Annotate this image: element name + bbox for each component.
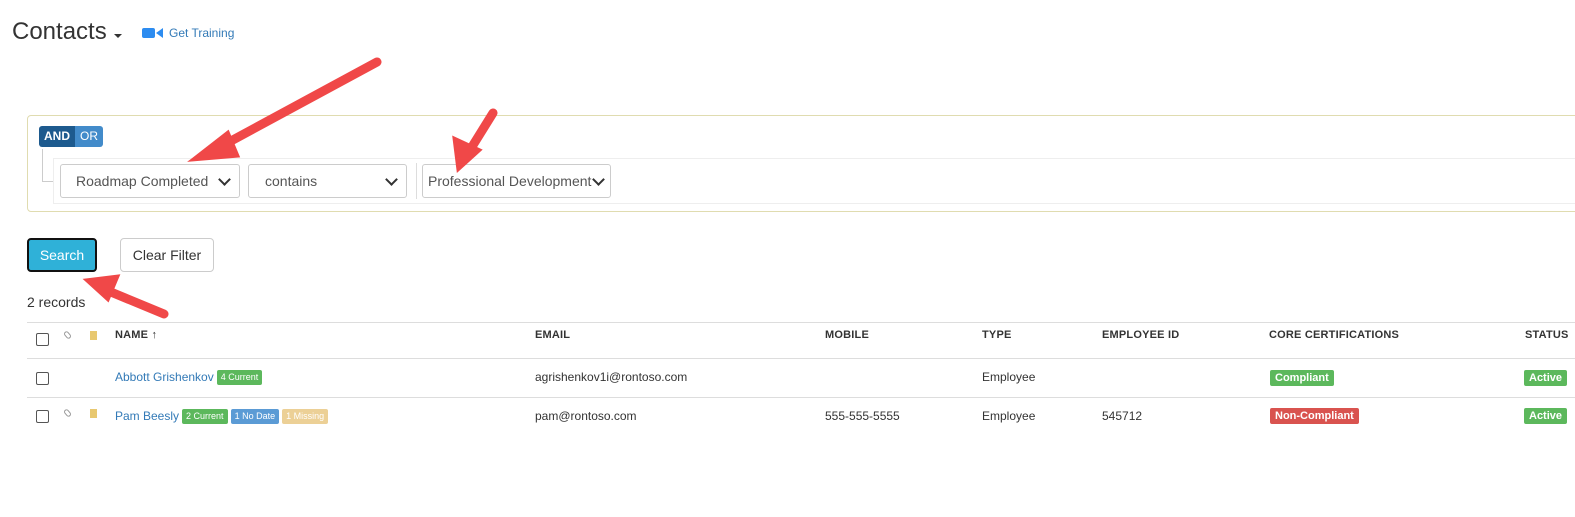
annotation-arrows — [82, 57, 498, 319]
rule-connector — [42, 149, 53, 182]
core-cert-badge: Non-Compliant — [1270, 408, 1359, 424]
no-date-badge: 1 No Date — [230, 409, 280, 425]
video-camera-icon — [142, 28, 163, 38]
type-cell: Employee — [982, 409, 1036, 423]
email-cell: agrishenkov1i@rontoso.com — [535, 370, 688, 384]
document-icon[interactable] — [90, 409, 97, 418]
get-training-link[interactable]: Get Training — [142, 26, 234, 40]
column-header-name[interactable]: NAME ↑ — [115, 329, 157, 341]
table-row-name: Pam Beesly 2 Current 1 No Date 1 Missing — [115, 409, 329, 425]
operator-select-value: contains — [265, 173, 318, 189]
column-header-core-certifications[interactable]: CORE CERTIFICATIONS — [1269, 329, 1399, 341]
column-header-employee-id[interactable]: EMPLOYEE ID — [1102, 329, 1179, 341]
current-badge: 4 Current — [216, 370, 263, 386]
status-badge: Active — [1524, 370, 1568, 386]
value-select[interactable]: Professional Development — [422, 164, 611, 198]
column-header-email[interactable]: EMAIL — [535, 329, 570, 341]
employee-id-cell: 545712 — [1102, 409, 1143, 423]
or-button[interactable]: OR — [75, 126, 103, 147]
divider — [416, 163, 417, 199]
contact-name-link[interactable]: Abbott Grishenkov — [115, 370, 214, 384]
column-header-status[interactable]: STATUS — [1525, 329, 1569, 341]
current-badge: 2 Current — [182, 409, 228, 425]
page-title: Contacts — [12, 18, 107, 45]
operator-select[interactable]: contains — [248, 164, 407, 198]
row-checkbox[interactable] — [36, 410, 49, 423]
type-cell: Employee — [982, 370, 1036, 384]
column-header-mobile[interactable]: MOBILE — [825, 329, 869, 341]
and-button[interactable]: AND — [39, 126, 75, 147]
mobile-cell: 555-555-5555 — [825, 409, 900, 423]
email-cell: pam@rontoso.com — [535, 409, 637, 423]
get-training-label: Get Training — [169, 26, 235, 40]
search-button[interactable]: Search — [27, 238, 97, 272]
paperclip-icon[interactable] — [63, 408, 72, 418]
filter-rule: Roadmap Completed contains Professional … — [53, 158, 1575, 204]
row-checkbox[interactable] — [36, 372, 49, 385]
contact-name-link[interactable]: Pam Beesly — [115, 409, 179, 423]
missing-badge: 1 Missing — [282, 409, 329, 425]
core-cert-badge: Compliant — [1270, 370, 1334, 386]
divider — [27, 322, 1575, 323]
status-badge: Active — [1524, 408, 1568, 424]
records-count: 2 records — [27, 294, 86, 310]
chevron-down-icon — [218, 172, 231, 186]
caret-down-icon[interactable] — [114, 34, 122, 38]
annotation-arrowhead — [82, 274, 121, 303]
filter-panel: AND OR Roadmap Completed contains Profes… — [27, 115, 1575, 212]
divider — [27, 397, 1575, 398]
select-all-checkbox[interactable] — [36, 333, 49, 346]
document-icon[interactable] — [90, 331, 97, 340]
clear-filter-button[interactable]: Clear Filter — [120, 238, 214, 272]
annotation-arrow — [101, 285, 169, 319]
column-header-type[interactable]: TYPE — [982, 329, 1012, 341]
paperclip-icon[interactable] — [63, 330, 72, 340]
value-select-value: Professional Development — [428, 173, 592, 189]
chevron-down-icon — [592, 172, 605, 186]
field-select-value: Roadmap Completed — [76, 173, 209, 189]
divider — [27, 358, 1575, 359]
field-select[interactable]: Roadmap Completed — [60, 164, 240, 198]
chevron-down-icon — [385, 172, 398, 186]
table-row-name: Abbott Grishenkov 4 Current — [115, 370, 263, 386]
and-or-toggle: AND OR — [39, 126, 103, 147]
